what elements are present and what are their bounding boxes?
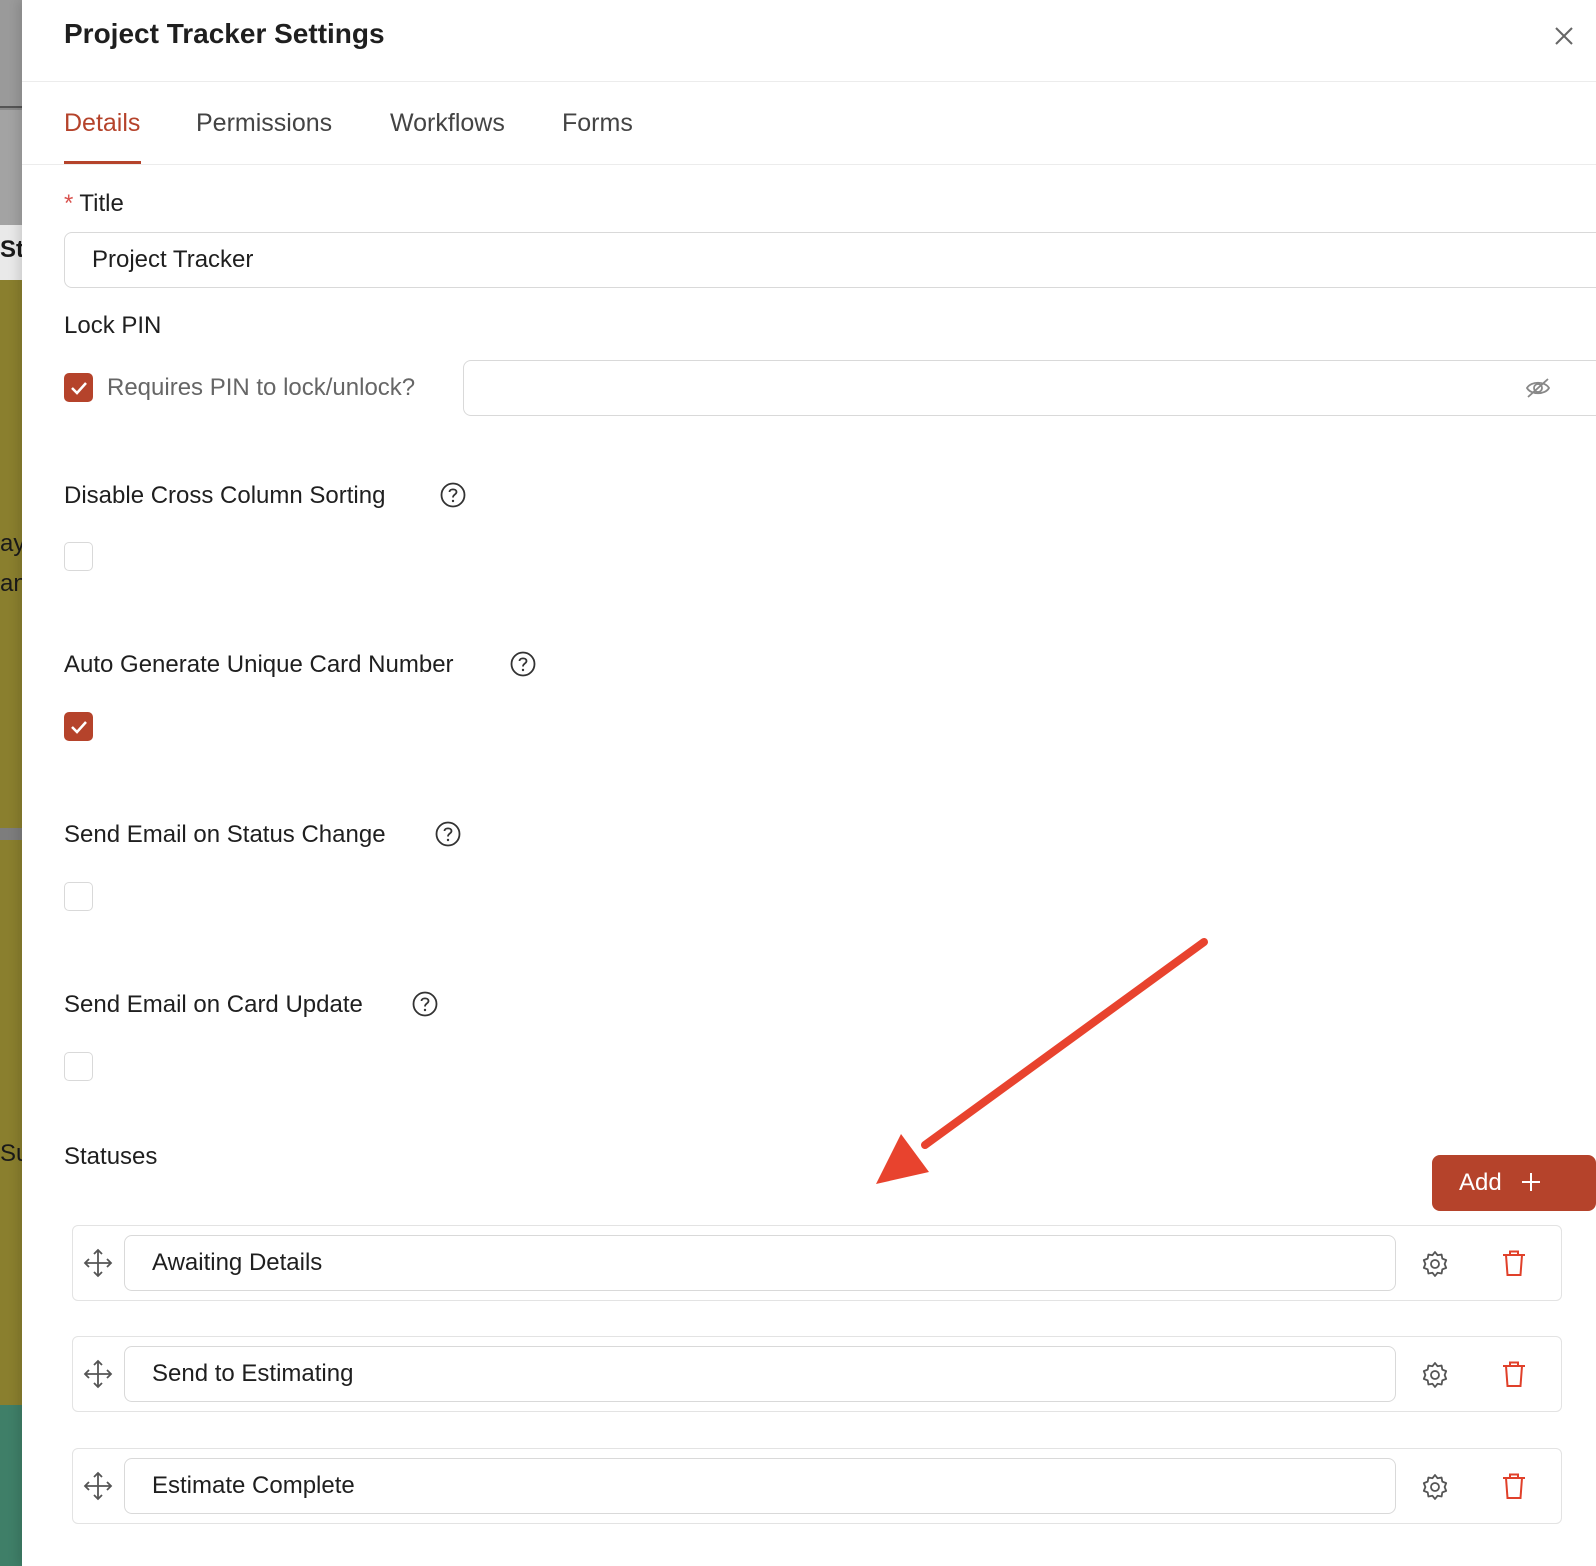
trash-icon[interactable] bbox=[1501, 1360, 1527, 1388]
auto-generate-card-number-label: Auto Generate Unique Card Number bbox=[64, 651, 454, 678]
title-input[interactable]: Project Tracker bbox=[64, 232, 1596, 288]
disable-cross-column-sorting-checkbox[interactable] bbox=[64, 542, 93, 571]
send-email-card-update-checkbox[interactable] bbox=[64, 1052, 93, 1081]
send-email-card-update-label: Send Email on Card Update bbox=[64, 991, 363, 1018]
trash-icon[interactable] bbox=[1501, 1249, 1527, 1277]
send-email-status-change-label: Send Email on Status Change bbox=[64, 821, 386, 848]
question-circle-icon[interactable] bbox=[435, 821, 461, 847]
background-text-fragment: Sta bbox=[0, 236, 22, 263]
requires-pin-label: Requires PIN to lock/unlock? bbox=[107, 374, 416, 401]
trash-icon[interactable] bbox=[1501, 1472, 1527, 1500]
settings-panel: Project Tracker Settings Details Permiss… bbox=[22, 0, 1596, 1566]
question-circle-icon[interactable] bbox=[412, 991, 438, 1017]
close-icon[interactable] bbox=[1550, 22, 1578, 50]
tab-workflows[interactable]: Workflows bbox=[390, 109, 505, 138]
background-text-fragment: an bbox=[0, 570, 22, 597]
status-row: Awaiting Details bbox=[72, 1225, 1562, 1301]
send-email-status-change-checkbox[interactable] bbox=[64, 882, 93, 911]
active-tab-indicator bbox=[64, 161, 141, 164]
check-icon bbox=[71, 382, 87, 395]
tab-details[interactable]: Details bbox=[64, 109, 140, 138]
check-icon bbox=[71, 721, 87, 734]
drag-handle-icon[interactable] bbox=[83, 1359, 113, 1389]
statuses-label: Statuses bbox=[64, 1143, 158, 1170]
question-circle-icon[interactable] bbox=[510, 651, 536, 677]
add-button-label: Add bbox=[1459, 1169, 1502, 1196]
gear-icon[interactable] bbox=[1421, 1361, 1449, 1389]
gear-icon[interactable] bbox=[1421, 1250, 1449, 1278]
title-label: * Title bbox=[64, 190, 124, 217]
gear-icon[interactable] bbox=[1421, 1473, 1449, 1501]
panel-title: Project Tracker Settings bbox=[64, 18, 385, 49]
question-circle-icon[interactable] bbox=[440, 482, 466, 508]
lock-pin-label: Lock PIN bbox=[64, 312, 162, 339]
background-app: Sta ay, an Su bbox=[0, 0, 22, 1566]
status-name-input[interactable]: Awaiting Details bbox=[124, 1235, 1396, 1291]
eye-slash-icon[interactable] bbox=[1524, 375, 1552, 401]
plus-icon bbox=[1522, 1173, 1540, 1191]
tab-bar: Details Permissions Workflows Forms bbox=[22, 83, 1596, 165]
background-text-fragment: Su bbox=[0, 1140, 22, 1167]
status-name-input[interactable]: Estimate Complete bbox=[124, 1458, 1396, 1514]
requires-pin-checkbox[interactable] bbox=[64, 373, 93, 402]
status-row: Estimate Complete bbox=[72, 1448, 1562, 1524]
auto-generate-card-number-checkbox[interactable] bbox=[64, 712, 93, 741]
pin-input[interactable] bbox=[463, 360, 1596, 416]
tab-forms[interactable]: Forms bbox=[562, 109, 633, 138]
disable-cross-column-sorting-label: Disable Cross Column Sorting bbox=[64, 482, 386, 509]
status-name-input[interactable]: Send to Estimating bbox=[124, 1346, 1396, 1402]
drag-handle-icon[interactable] bbox=[83, 1248, 113, 1278]
add-status-button[interactable]: Add bbox=[1432, 1155, 1596, 1211]
tab-permissions[interactable]: Permissions bbox=[196, 109, 332, 138]
required-mark: * bbox=[64, 190, 74, 217]
background-text-fragment: ay, bbox=[0, 530, 22, 557]
panel-header: Project Tracker Settings bbox=[22, 0, 1596, 82]
status-row: Send to Estimating bbox=[72, 1336, 1562, 1412]
drag-handle-icon[interactable] bbox=[83, 1471, 113, 1501]
